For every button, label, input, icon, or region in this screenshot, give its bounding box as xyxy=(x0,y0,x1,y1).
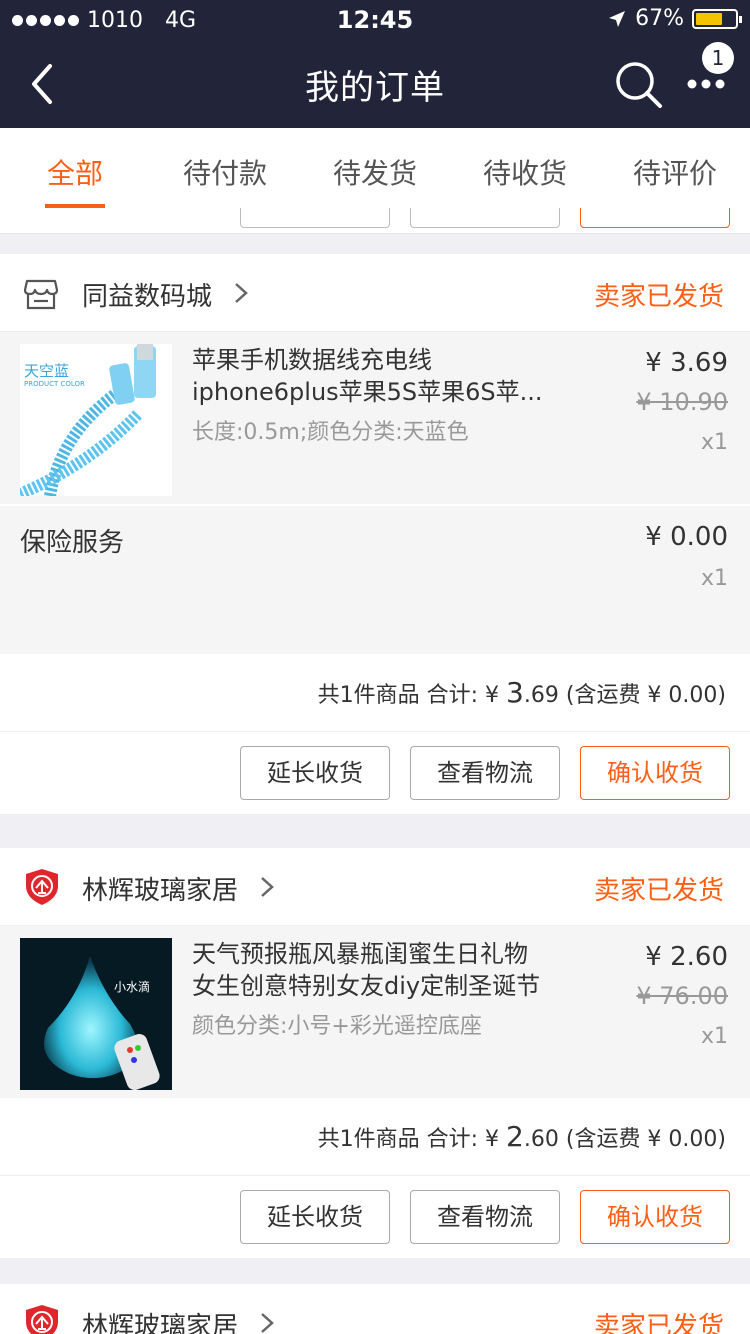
shop-name[interactable]: 同益数码城 xyxy=(82,276,212,313)
order-actions: 延长收货 查看物流 确认收货 xyxy=(0,732,750,814)
view-logistics-button[interactable]: 查看物流 xyxy=(410,1190,560,1244)
enterprise-shield-icon xyxy=(26,1305,58,1334)
extend-receipt-button[interactable]: 延长收货 xyxy=(240,1190,390,1244)
summary-prefix: 共1件商品 合计: ¥ xyxy=(317,1127,507,1152)
order-card: 同益数码城 卖家已发货 天空蓝 PRODUCT COLOR 苹果手机数据线充电线… xyxy=(0,254,750,814)
order-status: 卖家已发货 xyxy=(593,1312,724,1334)
summary-rest: .69 (含运费 ¥ 0.00) xyxy=(523,683,726,708)
product-title[interactable]: 苹果手机数据线充电线 iphone6plus苹果5S苹果6S苹... xyxy=(192,344,572,408)
order-actions: 延长收货 查看物流 确认收货 xyxy=(0,1176,750,1258)
chevron-right-icon xyxy=(261,877,274,897)
previous-order-footer xyxy=(0,208,750,234)
summary-prefix: 共1件商品 合计: ¥ xyxy=(317,683,507,708)
order-tabs: 全部 待付款 待发货 待收货 待评价 xyxy=(0,128,750,208)
location-arrow-icon xyxy=(609,10,626,27)
product-thumbnail[interactable]: 天空蓝 PRODUCT COLOR xyxy=(20,344,172,496)
view-logistics-button[interactable]: 查看物流 xyxy=(410,746,560,800)
order-item[interactable]: 天空蓝 PRODUCT COLOR 苹果手机数据线充电线 iphone6plus… xyxy=(0,332,750,504)
battery-icon xyxy=(692,8,742,29)
tab-pending-review[interactable]: 待评价 xyxy=(600,128,750,208)
top-bar: 1010 4G 12:45 67% 我的订单 1 xyxy=(0,0,750,128)
original-price: ¥ 76.00 xyxy=(636,982,728,1010)
battery-percent: 67% xyxy=(635,6,684,31)
service-name: 保险服务 xyxy=(20,528,125,558)
enterprise-shield-icon xyxy=(26,869,58,905)
view-logistics-button-partial[interactable] xyxy=(410,208,560,228)
chevron-right-icon xyxy=(261,1313,274,1333)
product-price: ¥ 2.60 xyxy=(645,942,728,972)
confirm-receipt-button[interactable]: 确认收货 xyxy=(580,1190,730,1244)
confirm-receipt-button[interactable]: 确认收货 xyxy=(580,746,730,800)
product-quantity: x1 xyxy=(700,1024,728,1049)
summary-total-integer: 2 xyxy=(506,1120,524,1153)
confirm-receipt-button-partial[interactable] xyxy=(580,208,730,228)
service-price: ¥ 0.00 xyxy=(645,522,728,552)
order-item[interactable]: 小水滴 天气预报瓶风暴瓶闺蜜生日礼物 女生创意特别女友diy定制圣诞节 颜色分类… xyxy=(0,926,750,1098)
tab-all[interactable]: 全部 xyxy=(0,128,150,208)
shop-header[interactable]: 林辉玻璃家居 卖家已发货 xyxy=(0,848,750,926)
extend-receipt-button-partial[interactable] xyxy=(240,208,390,228)
status-bar: 1010 4G 12:45 67% xyxy=(0,0,750,40)
search-icon[interactable] xyxy=(612,58,666,112)
summary-rest: .60 (含运费 ¥ 0.00) xyxy=(523,1127,726,1152)
product-title[interactable]: 天气预报瓶风暴瓶闺蜜生日礼物 女生创意特别女友diy定制圣诞节 xyxy=(192,938,572,1002)
original-price: ¥ 10.90 xyxy=(636,388,728,416)
store-icon xyxy=(24,279,58,310)
extend-receipt-button[interactable]: 延长收货 xyxy=(240,746,390,800)
storm-glass-image xyxy=(20,938,172,1090)
product-price: ¥ 3.69 xyxy=(645,348,728,378)
shop-header[interactable]: 林辉玻璃家居 卖家已发货 xyxy=(0,1284,750,1334)
summary-total-integer: 3 xyxy=(506,676,524,709)
order-status: 卖家已发货 xyxy=(593,876,724,906)
chevron-right-icon xyxy=(235,283,248,303)
thumb-product-label: 小水滴 xyxy=(114,980,151,994)
service-quantity: x1 xyxy=(700,566,728,591)
nav-bar: 我的订单 1 xyxy=(0,40,750,128)
shop-header[interactable]: 同益数码城 卖家已发货 xyxy=(0,254,750,332)
product-sku: 颜色分类:小号+彩光遥控底座 xyxy=(192,1014,482,1039)
notification-badge: 1 xyxy=(702,42,734,74)
tab-pending-payment[interactable]: 待付款 xyxy=(150,128,300,208)
product-sku: 长度:0.5m;颜色分类:天蓝色 xyxy=(192,420,469,445)
product-quantity: x1 xyxy=(700,430,728,455)
shop-name[interactable]: 林辉玻璃家居 xyxy=(82,870,238,907)
thumb-color-sub: PRODUCT COLOR xyxy=(24,380,85,388)
order-summary: 共1件商品 合计: ¥ 3.69 (含运费 ¥ 0.00) xyxy=(0,654,750,732)
order-summary: 共1件商品 合计: ¥ 2.60 (含运费 ¥ 0.00) xyxy=(0,1098,750,1176)
tab-pending-shipment[interactable]: 待发货 xyxy=(300,128,450,208)
order-status: 卖家已发货 xyxy=(593,282,724,312)
order-card: 林辉玻璃家居 卖家已发货 xyxy=(0,1284,750,1334)
insurance-service: 保险服务 ¥ 0.00 x1 xyxy=(0,504,750,654)
shop-name[interactable]: 林辉玻璃家居 xyxy=(82,1306,238,1334)
tab-pending-receipt[interactable]: 待收货 xyxy=(450,128,600,208)
order-card: 林辉玻璃家居 卖家已发货 小水滴 天气预报瓶风暴瓶闺蜜生日礼物 女生创意特别女友… xyxy=(0,848,750,1258)
product-thumbnail[interactable]: 小水滴 xyxy=(20,938,172,1090)
thumb-color-label: 天空蓝 xyxy=(24,362,70,380)
